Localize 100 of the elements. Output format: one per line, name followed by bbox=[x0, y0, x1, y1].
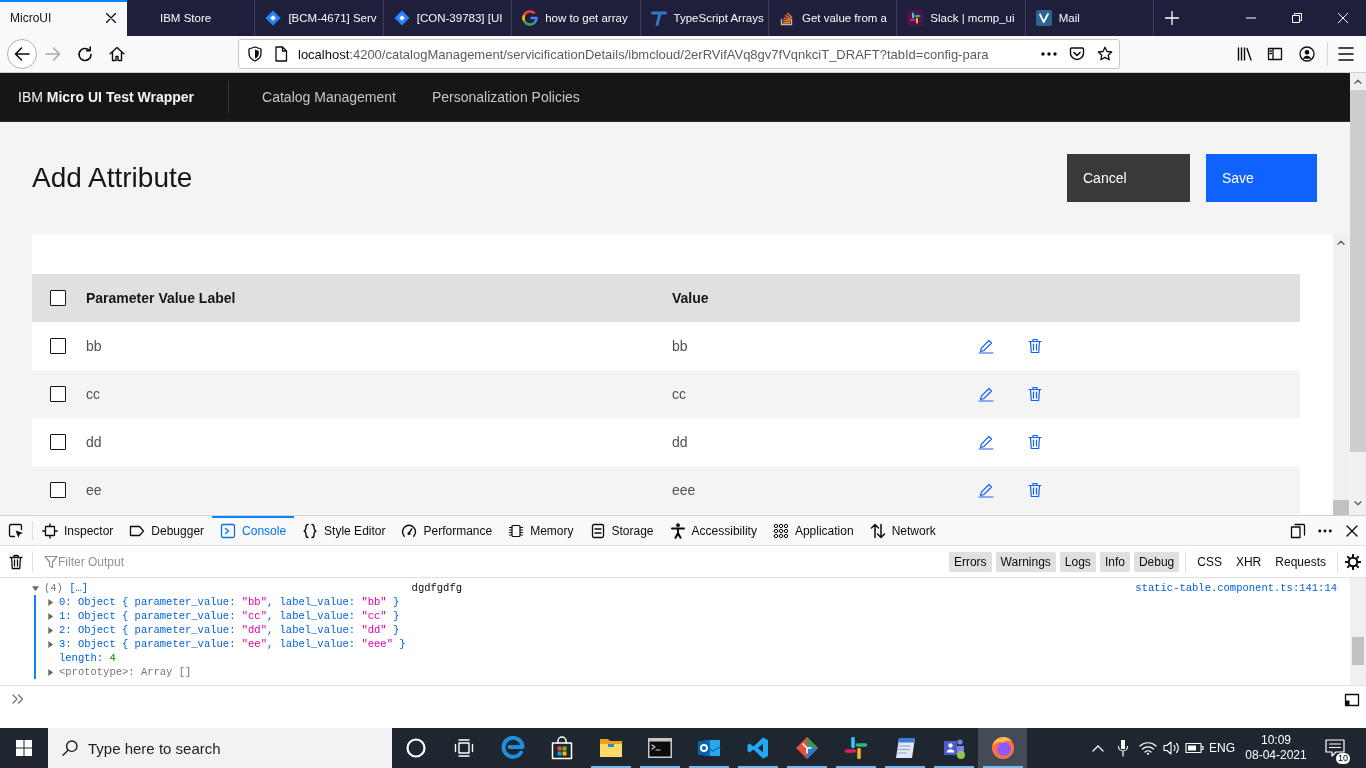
checkbox[interactable] bbox=[50, 434, 66, 450]
reload-icon[interactable] bbox=[77, 46, 93, 62]
table-cell: bb bbox=[672, 338, 688, 354]
restore-icon[interactable] bbox=[1292, 13, 1302, 23]
notification-count: 10 bbox=[1336, 753, 1350, 764]
close-icon[interactable] bbox=[1346, 524, 1358, 537]
filter-toggle[interactable]: Requests bbox=[1270, 551, 1331, 572]
folder-icon bbox=[598, 738, 623, 758]
back-button[interactable] bbox=[7, 39, 37, 69]
address-field[interactable]: localhost:4200/catalogManagement/servicificationDetails/ibmcloud/2erRVifAVq8gv7fVqnkciT_DRAFT?tabId=config-para bbox=[238, 39, 1120, 69]
app-title: IBM Micro UI Test Wrapper bbox=[18, 89, 195, 105]
filter-toggle[interactable]: XHR bbox=[1230, 551, 1267, 572]
scrollbar-thumb[interactable] bbox=[1333, 500, 1349, 515]
menu-icon[interactable] bbox=[1338, 47, 1354, 61]
filter-toggle[interactable]: Warnings bbox=[995, 551, 1056, 572]
filter-toggle[interactable]: Info bbox=[1099, 551, 1130, 572]
pencil-icon[interactable] bbox=[978, 338, 994, 354]
page-icon[interactable] bbox=[273, 46, 289, 62]
close-icon[interactable] bbox=[106, 13, 116, 23]
ring-icon[interactable] bbox=[406, 738, 426, 758]
pencil-icon[interactable] bbox=[978, 482, 994, 498]
search-icon bbox=[62, 740, 78, 756]
checkbox[interactable] bbox=[50, 338, 66, 354]
devtools-tab[interactable]: Style Editor bbox=[294, 516, 394, 545]
caret-down-icon[interactable] bbox=[32, 584, 39, 592]
clock-time[interactable]: 10:09 bbox=[1261, 733, 1291, 748]
caret-right-icon[interactable] bbox=[47, 598, 54, 606]
devtools-tab[interactable]: Console bbox=[212, 516, 295, 545]
clock-date[interactable]: 08-04-2021 bbox=[1245, 748, 1307, 763]
hash-grid-icon bbox=[907, 10, 924, 26]
devtools-tab[interactable]: Performance bbox=[393, 516, 501, 545]
double-chevron-icon bbox=[12, 694, 24, 704]
shield-icon[interactable] bbox=[247, 46, 263, 62]
column-header: Parameter Value Label bbox=[86, 290, 236, 306]
window-panes-icon[interactable] bbox=[16, 740, 32, 756]
people-badge-icon bbox=[941, 736, 966, 760]
star-icon[interactable] bbox=[1097, 46, 1113, 62]
v-mark-icon bbox=[1035, 10, 1052, 26]
checkbox[interactable] bbox=[50, 386, 66, 402]
source-link[interactable]: static-table.component.ts:141:14 bbox=[1135, 581, 1337, 595]
pencil-icon[interactable] bbox=[978, 434, 994, 450]
devtools-tab[interactable]: Application bbox=[764, 516, 862, 545]
table-cell: cc bbox=[672, 386, 686, 402]
sidebar-icon[interactable] bbox=[1267, 46, 1283, 62]
library-icon[interactable] bbox=[1237, 46, 1253, 62]
devtools-tab[interactable]: Network bbox=[861, 516, 944, 545]
shopping-bag-icon bbox=[549, 736, 574, 760]
speaker-icon[interactable] bbox=[1163, 741, 1181, 755]
caret-right-icon[interactable] bbox=[47, 612, 54, 620]
left-arrow-icon[interactable] bbox=[14, 46, 30, 62]
overlapping-frames-icon[interactable] bbox=[1290, 522, 1306, 539]
taskbar-search-field[interactable]: Type here to search bbox=[48, 728, 392, 768]
devtools-tab[interactable]: Inspector bbox=[34, 516, 122, 545]
more-icon[interactable] bbox=[1318, 528, 1332, 533]
chevron-up-icon[interactable] bbox=[1092, 744, 1104, 752]
devtools-tab[interactable]: Debugger bbox=[121, 516, 213, 545]
caret-right-icon[interactable] bbox=[47, 640, 54, 648]
caret-right-icon[interactable] bbox=[47, 626, 54, 634]
table-cell: cc bbox=[86, 386, 100, 402]
devtools-tab[interactable]: Memory bbox=[500, 516, 582, 545]
plus-icon[interactable] bbox=[1165, 11, 1180, 25]
home-icon[interactable] bbox=[109, 46, 125, 62]
devtools-tab[interactable]: Storage bbox=[581, 516, 662, 545]
object-summary: (4) […] bbox=[44, 581, 89, 595]
trash-icon[interactable] bbox=[9, 553, 23, 570]
wifi-icon[interactable] bbox=[1139, 741, 1157, 755]
filter-toggle[interactable]: Errors bbox=[948, 551, 992, 572]
multicolor-g-icon bbox=[522, 10, 539, 26]
checkbox[interactable] bbox=[50, 290, 66, 306]
filter-toggle[interactable]: Debug bbox=[1133, 551, 1180, 572]
caret-right-icon[interactable] bbox=[47, 668, 54, 676]
more-icon[interactable] bbox=[1041, 52, 1057, 56]
pick-element-icon[interactable] bbox=[8, 522, 24, 539]
browser-tab[interactable]: MicroUI bbox=[0, 0, 127, 36]
account-icon[interactable] bbox=[1299, 46, 1315, 62]
cancel-button[interactable]: Cancel bbox=[1067, 154, 1190, 202]
stacked-windows-icon[interactable] bbox=[454, 739, 474, 757]
pinwheel-icon bbox=[843, 736, 868, 760]
devtools-tab[interactable]: Accessibility bbox=[661, 516, 765, 545]
scrollbar-thumb[interactable] bbox=[1352, 637, 1364, 665]
object-property: <prototype>: Array [] bbox=[59, 665, 192, 679]
microphone-icon[interactable] bbox=[1117, 739, 1129, 757]
save-button[interactable]: Save bbox=[1206, 154, 1317, 202]
swirl-icon bbox=[500, 736, 525, 760]
table-cell: bb bbox=[86, 338, 102, 354]
filter-toggle[interactable]: CSS bbox=[1192, 551, 1227, 572]
checkbox[interactable] bbox=[50, 482, 66, 498]
settings-icon[interactable] bbox=[1345, 553, 1361, 570]
pencil-icon[interactable] bbox=[978, 386, 994, 402]
filter-field[interactable]: Filter Output bbox=[38, 550, 943, 573]
notification-icon[interactable] bbox=[1325, 739, 1345, 757]
nav-link[interactable]: Personalization Policies bbox=[415, 73, 596, 121]
battery-icon[interactable] bbox=[1185, 742, 1205, 754]
pocket-icon[interactable] bbox=[1069, 46, 1085, 62]
stacked-trays-icon bbox=[778, 10, 795, 26]
filter-toggle[interactable]: Logs bbox=[1059, 551, 1096, 572]
split-panel-icon[interactable] bbox=[1344, 692, 1360, 708]
language-indicator[interactable]: ENG bbox=[1209, 741, 1235, 755]
scrollbar-thumb[interactable] bbox=[1350, 90, 1366, 452]
nav-link[interactable]: Catalog Management bbox=[246, 73, 412, 121]
